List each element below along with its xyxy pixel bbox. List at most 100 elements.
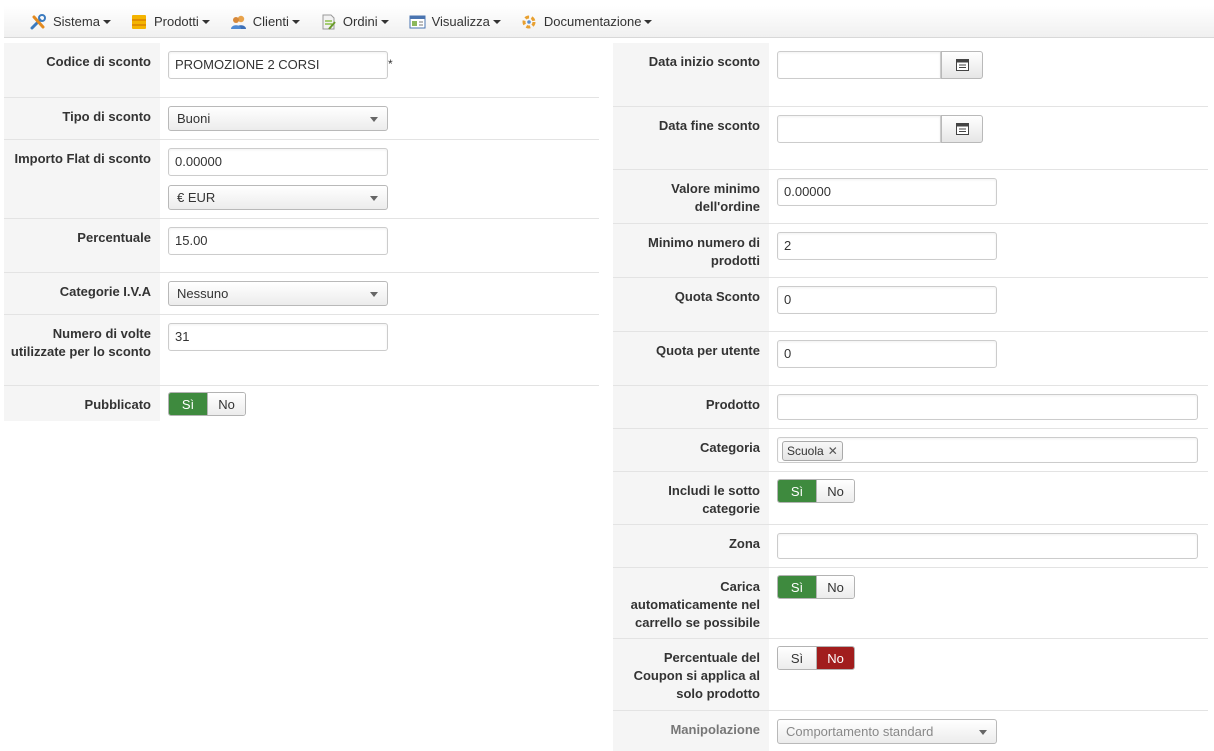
currency-select[interactable]: € EUR <box>168 185 388 210</box>
row-discount-type: Tipo di sconto Buoni <box>4 98 599 140</box>
start-date-calendar-button[interactable] <box>941 51 983 79</box>
discount-code-input[interactable]: PROMOZIONE 2 CORSI <box>168 51 388 79</box>
end-date-label: Data fine sconto <box>613 107 769 169</box>
quota-user-input[interactable]: 0 <box>777 340 997 368</box>
view-icon <box>409 14 426 30</box>
vat-category-label: Categorie I.V.A <box>4 273 160 314</box>
zone-label: Zona <box>613 525 769 567</box>
left-form-panel: Codice di sconto PROMOZIONE 2 CORSI * Ti… <box>4 43 599 421</box>
row-published: Pubblicato Sì No <box>4 386 599 421</box>
percentage-input[interactable]: 15.00 <box>168 227 388 255</box>
row-end-date: Data fine sconto <box>613 107 1208 170</box>
include-subcategories-no-button[interactable]: No <box>816 480 854 502</box>
row-product: Prodotto <box>613 386 1208 429</box>
auto-load-cart-no-button[interactable]: No <box>816 576 854 598</box>
category-multiselect[interactable]: Scuola ✕ <box>777 437 1198 463</box>
menu-visualizza-label: Visualizza <box>431 14 490 29</box>
row-flat-amount: Importo Flat di sconto 0.00000 € EUR <box>4 140 599 219</box>
calendar-icon <box>955 59 969 71</box>
row-min-products: Minimo numero di prodotti 2 <box>613 224 1208 278</box>
close-icon[interactable]: ✕ <box>828 438 838 464</box>
published-no-button[interactable]: No <box>207 393 245 415</box>
products-icon <box>131 14 148 30</box>
coupon-percent-product-toggle[interactable]: Sì No <box>777 646 855 670</box>
published-yes-button[interactable]: Sì <box>169 393 207 415</box>
quota-label: Quota Sconto <box>613 278 769 331</box>
category-label: Categoria <box>613 429 769 471</box>
auto-load-cart-yes-button[interactable]: Sì <box>778 576 816 598</box>
menu-clienti[interactable]: Clienti <box>230 14 300 30</box>
quota-input[interactable]: 0 <box>777 286 997 314</box>
row-auto-load-cart: Carica automaticamente nel carrello se p… <box>613 568 1208 639</box>
flat-amount-label: Importo Flat di sconto <box>4 140 160 218</box>
menu-clienti-label: Clienti <box>252 14 289 29</box>
tools-icon <box>30 13 47 30</box>
chevron-down-icon <box>370 292 378 297</box>
discount-type-label: Tipo di sconto <box>4 98 160 139</box>
include-subcategories-yes-button[interactable]: Sì <box>778 480 816 502</box>
right-form-panel: Data inizio sconto Data fine sconto Valo… <box>613 43 1208 751</box>
manipulation-label: Manipolazione <box>613 711 769 751</box>
row-discount-code: Codice di sconto PROMOZIONE 2 CORSI * <box>4 43 599 98</box>
row-quota: Quota Sconto 0 <box>613 278 1208 332</box>
required-marker: * <box>388 57 393 71</box>
documentation-icon <box>521 14 538 30</box>
menu-documentazione-label: Documentazione <box>543 14 642 29</box>
start-date-input[interactable] <box>777 51 941 79</box>
chevron-down-icon <box>370 196 378 201</box>
row-coupon-percent-product: Percentuale del Coupon si applica al sol… <box>613 639 1208 711</box>
usage-count-input[interactable]: 31 <box>168 323 388 351</box>
auto-load-cart-label: Carica automaticamente nel carrello se p… <box>613 568 769 638</box>
discount-code-label: Codice di sconto <box>4 43 160 97</box>
row-percentage: Percentuale 15.00 <box>4 219 599 273</box>
coupon-percent-product-no-button[interactable]: No <box>816 647 854 669</box>
row-include-subcategories: Includi le sotto categorie Sì No <box>613 472 1208 525</box>
row-zone: Zona <box>613 525 1208 568</box>
end-date-calendar-button[interactable] <box>941 115 983 143</box>
menu-documentazione[interactable]: Documentazione <box>521 14 653 30</box>
row-vat-category: Categorie I.V.A Nessuno <box>4 273 599 315</box>
top-menu-bar: Sistema Prodotti Clienti Ordini Visualiz… <box>4 6 1214 38</box>
menu-visualizza[interactable]: Visualizza <box>409 14 501 30</box>
published-toggle[interactable]: Sì No <box>168 392 246 416</box>
menu-sistema[interactable]: Sistema <box>30 13 111 30</box>
row-quota-user: Quota per utente 0 <box>613 332 1208 386</box>
min-products-input[interactable]: 2 <box>777 232 997 260</box>
coupon-percent-product-yes-button[interactable]: Sì <box>778 647 816 669</box>
published-label: Pubblicato <box>4 386 160 421</box>
vat-category-select[interactable]: Nessuno <box>168 281 388 306</box>
min-products-label: Minimo numero di prodotti <box>613 224 769 277</box>
menu-ordini-label: Ordini <box>342 14 378 29</box>
discount-type-select[interactable]: Buoni <box>168 106 388 131</box>
row-usage-count: Numero di volte utilizzate per lo sconto… <box>4 315 599 386</box>
row-manipulation: Manipolazione Comportamento standard <box>613 711 1208 751</box>
row-category: Categoria Scuola ✕ <box>613 429 1208 472</box>
product-label: Prodotto <box>613 386 769 428</box>
manipulation-select[interactable]: Comportamento standard <box>777 719 997 744</box>
users-icon <box>230 14 247 30</box>
percentage-label: Percentuale <box>4 219 160 272</box>
include-subcategories-label: Includi le sotto categorie <box>613 472 769 524</box>
min-order-input[interactable]: 0.00000 <box>777 178 997 206</box>
row-min-order: Valore minimo dell'ordine 0.00000 <box>613 170 1208 224</box>
zone-input[interactable] <box>777 533 1198 559</box>
category-tag: Scuola ✕ <box>782 441 843 461</box>
menu-prodotti-label: Prodotti <box>153 14 199 29</box>
coupon-percent-product-label: Percentuale del Coupon si applica al sol… <box>613 639 769 710</box>
chevron-down-icon <box>979 730 987 735</box>
row-start-date: Data inizio sconto <box>613 43 1208 107</box>
quota-user-label: Quota per utente <box>613 332 769 385</box>
menu-ordini[interactable]: Ordini <box>320 14 389 30</box>
start-date-label: Data inizio sconto <box>613 43 769 106</box>
min-order-label: Valore minimo dell'ordine <box>613 170 769 223</box>
end-date-input[interactable] <box>777 115 941 143</box>
product-input[interactable] <box>777 394 1198 420</box>
usage-count-label: Numero di volte utilizzate per lo sconto <box>4 315 160 385</box>
menu-prodotti[interactable]: Prodotti <box>131 14 210 30</box>
chevron-down-icon <box>370 117 378 122</box>
orders-icon <box>320 14 337 30</box>
auto-load-cart-toggle[interactable]: Sì No <box>777 575 855 599</box>
flat-amount-input[interactable]: 0.00000 <box>168 148 388 176</box>
include-subcategories-toggle[interactable]: Sì No <box>777 479 855 503</box>
menu-sistema-label: Sistema <box>53 14 100 29</box>
